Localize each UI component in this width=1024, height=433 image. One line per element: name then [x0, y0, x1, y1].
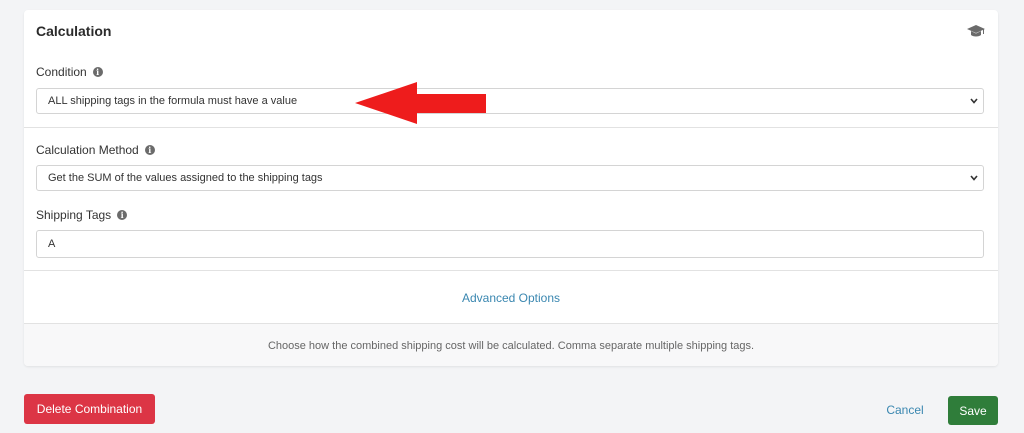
delete-combination-button[interactable]: Delete Combination: [24, 394, 155, 424]
section-divider: [24, 270, 998, 271]
shipping-tags-label: Shipping Tags i: [36, 208, 128, 222]
condition-select[interactable]: ALL shipping tags in the formula must ha…: [36, 88, 984, 114]
info-icon[interactable]: i: [144, 145, 155, 155]
calculation-method-label: Calculation Method i: [36, 143, 155, 157]
condition-label-text: Condition: [36, 65, 87, 79]
section-divider: [24, 127, 998, 128]
annotation-arrow-icon: [355, 82, 486, 124]
calculation-panel: Calculation Condition i ALL shipping tag…: [24, 10, 998, 366]
advanced-options-link[interactable]: Advanced Options: [24, 291, 998, 305]
condition-select-value: ALL shipping tags in the formula must ha…: [48, 95, 298, 107]
condition-label: Condition i: [36, 65, 103, 79]
shipping-tags-input[interactable]: A: [36, 230, 984, 258]
info-icon[interactable]: i: [92, 67, 103, 77]
info-icon[interactable]: i: [117, 210, 128, 220]
calculation-method-label-text: Calculation Method: [36, 143, 139, 157]
help-text: Choose how the combined shipping cost wi…: [267, 340, 755, 352]
chevron-down-icon: [970, 175, 978, 181]
shipping-tags-label-text: Shipping Tags: [36, 208, 112, 222]
shipping-tags-input-value: A: [48, 238, 56, 250]
calculation-method-select[interactable]: Get the SUM of the values assigned to th…: [36, 165, 984, 191]
panel-title: Calculation: [36, 23, 112, 39]
cancel-button[interactable]: Cancel: [878, 398, 932, 422]
chevron-down-icon: [970, 98, 978, 104]
graduation-cap-icon[interactable]: [967, 24, 985, 38]
save-button[interactable]: Save: [948, 396, 998, 425]
calculation-method-select-value: Get the SUM of the values assigned to th…: [48, 172, 323, 184]
panel-footer: Choose how the combined shipping cost wi…: [24, 324, 998, 366]
